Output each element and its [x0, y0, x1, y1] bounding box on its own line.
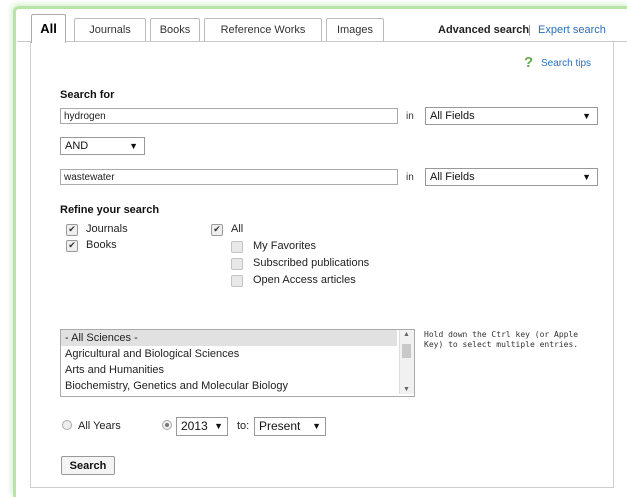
year-from-select[interactable]: 2013 ▼: [176, 417, 228, 436]
all-sources-checkbox[interactable]: ✔: [211, 224, 223, 236]
books-checkbox[interactable]: ✔: [66, 240, 78, 252]
list-item[interactable]: - All Sciences -: [61, 330, 397, 346]
journals-checkbox[interactable]: ✔: [66, 224, 78, 236]
help-icon[interactable]: ?: [524, 54, 533, 71]
field-select-2[interactable]: All Fields ▼: [425, 168, 598, 186]
list-item[interactable]: Arts and Humanities: [61, 362, 397, 378]
books-label: Books: [86, 239, 117, 251]
search-button[interactable]: Search: [61, 456, 115, 475]
in-label-2: in: [406, 172, 414, 183]
chevron-down-icon: ▼: [214, 421, 223, 431]
year-from-value: 2013: [181, 419, 208, 433]
chevron-down-icon: ▼: [582, 111, 591, 121]
all-sources-label: All: [231, 223, 244, 235]
chevron-down-icon: ▼: [582, 172, 591, 182]
search-tips-link[interactable]: Search tips: [541, 58, 591, 69]
chevron-down-icon: ▼: [312, 421, 321, 431]
field-select-1-value: All Fields: [430, 110, 475, 122]
list-item[interactable]: Agricultural and Biological Sciences: [61, 346, 397, 362]
all-years-radio[interactable]: [62, 420, 72, 430]
scrollbar-thumb[interactable]: [402, 344, 411, 358]
search-for-label: Search for: [60, 89, 115, 101]
year-to-select[interactable]: Present ▼: [254, 417, 326, 436]
operator-select-value: AND: [65, 140, 89, 152]
refine-label: Refine your search: [60, 204, 160, 216]
header-separator: |: [528, 24, 531, 36]
operator-select[interactable]: AND ▼: [60, 137, 145, 155]
field-select-2-value: All Fields: [430, 171, 475, 183]
tab-books[interactable]: Books: [150, 18, 200, 42]
scroll-up-icon[interactable]: ▲: [403, 331, 410, 338]
multi-select-hint: Hold down the Ctrl key (or Apple Key) to…: [424, 330, 579, 349]
expert-search-link[interactable]: Expert search: [538, 24, 606, 36]
tab-images[interactable]: Images: [326, 18, 384, 42]
tab-journals[interactable]: Journals: [74, 18, 146, 42]
year-range-radio[interactable]: [162, 420, 172, 430]
advanced-search-link[interactable]: Advanced search: [438, 24, 529, 36]
year-to-value: Present: [259, 419, 301, 433]
to-label: to:: [237, 420, 250, 432]
all-years-label: All Years: [78, 420, 121, 432]
chevron-down-icon: ▼: [129, 141, 138, 151]
journals-label: Journals: [86, 223, 128, 235]
field-select-1[interactable]: All Fields ▼: [425, 107, 598, 125]
subscribed-checkbox[interactable]: [231, 258, 243, 270]
subscribed-label: Subscribed publications: [253, 257, 370, 269]
subject-listbox[interactable]: - All Sciences - Agricultural and Biolog…: [60, 329, 415, 397]
scroll-down-icon[interactable]: ▼: [403, 386, 410, 393]
in-label-1: in: [406, 111, 414, 122]
tab-all[interactable]: All: [31, 14, 66, 43]
list-item[interactable]: Biochemistry, Genetics and Molecular Bio…: [61, 378, 397, 394]
search-term-1-input[interactable]: [60, 108, 398, 124]
open-access-checkbox[interactable]: [231, 275, 243, 287]
my-favorites-checkbox[interactable]: [231, 241, 243, 253]
list-scrollbar[interactable]: ▲ ▼: [399, 330, 414, 394]
tab-reference-works[interactable]: Reference Works: [204, 18, 322, 42]
my-favorites-label: My Favorites: [253, 240, 316, 252]
search-term-2-input[interactable]: [60, 169, 398, 185]
open-access-label: Open Access articles: [253, 274, 356, 286]
